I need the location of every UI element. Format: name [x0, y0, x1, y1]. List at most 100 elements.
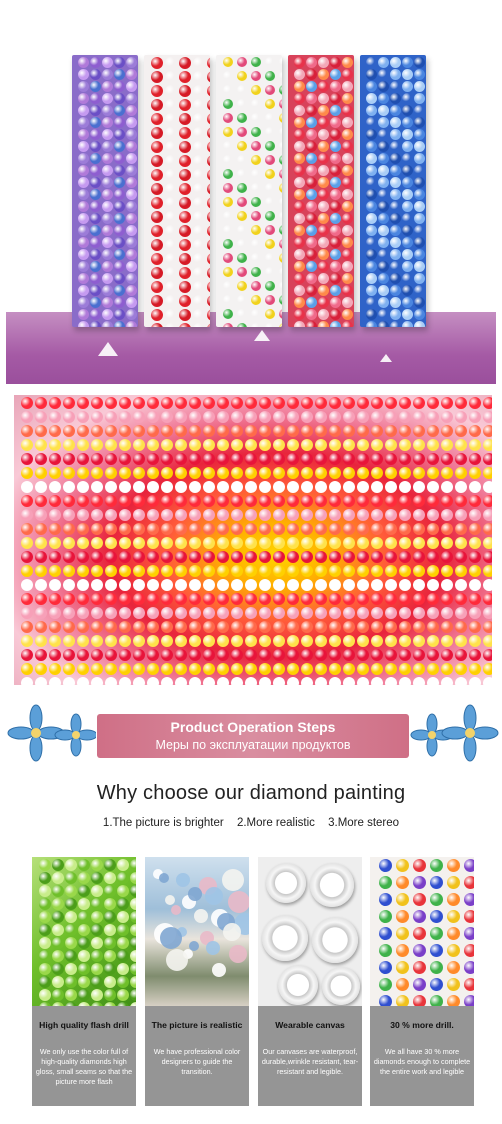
- drill-dot: [126, 105, 137, 116]
- drill-dot: [21, 565, 33, 577]
- drill-dot: [357, 397, 369, 409]
- drill-dot: [77, 425, 89, 437]
- drill-dot: [133, 509, 145, 521]
- drill-dot: [147, 411, 159, 423]
- drill-dot: [455, 495, 467, 507]
- drill-dot: [294, 165, 305, 176]
- drill-dot: [35, 565, 47, 577]
- drill-dot: [35, 677, 47, 685]
- drill-dot: [103, 872, 116, 884]
- drill-dot: [366, 69, 377, 80]
- drill-dot: [63, 593, 75, 605]
- drill-dot: [390, 285, 401, 296]
- drill-dot: [315, 565, 327, 577]
- drill-dot: [385, 593, 397, 605]
- drill-dot: [357, 607, 369, 619]
- drill-dot: [287, 663, 299, 675]
- drill-dot: [251, 323, 261, 327]
- drill-dot: [102, 117, 113, 128]
- drill-dot: [49, 551, 61, 563]
- drill-dot: [385, 677, 397, 685]
- drill-dot: [64, 885, 77, 897]
- drill-dot: [91, 467, 103, 479]
- drill-dot: [469, 593, 481, 605]
- drill-dot: [38, 963, 51, 975]
- drill-dot: [35, 649, 47, 661]
- flower-bloom: [228, 891, 249, 913]
- drill-dot: [455, 551, 467, 563]
- drill-dot: [399, 523, 411, 535]
- drill-dot: [35, 621, 47, 633]
- drill-dot: [273, 467, 285, 479]
- drill-dot: [315, 537, 327, 549]
- drill-dot: [414, 69, 425, 80]
- drill-dot: [385, 565, 397, 577]
- drill-dot: [469, 551, 481, 563]
- drill-dot: [161, 495, 173, 507]
- drill-dot: [306, 201, 317, 212]
- drill-dot: [217, 593, 229, 605]
- drill-dot: [77, 607, 89, 619]
- drill-dot: [175, 635, 187, 647]
- drill-dot: [90, 859, 103, 871]
- drill-dot: [126, 117, 137, 128]
- drill-dot: [245, 551, 257, 563]
- drill-dot: [63, 523, 75, 535]
- drill-dot: [161, 607, 173, 619]
- drill-dot: [306, 189, 317, 200]
- drill-dot: [342, 153, 353, 164]
- drill-dot: [402, 261, 413, 272]
- hero-drill-strips-image: [0, 0, 502, 385]
- drill-dot: [469, 495, 481, 507]
- drill-dot: [306, 105, 317, 116]
- drill-dot: [395, 927, 409, 940]
- drill-dot: [390, 81, 401, 92]
- drill-dot: [329, 467, 341, 479]
- drill-dot: [151, 253, 163, 265]
- drill-dot: [265, 211, 275, 221]
- drill-dot: [237, 99, 247, 109]
- drill-dot: [483, 537, 492, 549]
- drill-dot: [301, 635, 313, 647]
- drill-dot: [64, 859, 77, 871]
- drill-dot: [165, 225, 177, 237]
- drill-dot: [179, 141, 191, 153]
- drill-dot: [78, 201, 89, 212]
- drill-dot: [179, 57, 191, 69]
- drill-dot: [402, 81, 413, 92]
- drill-dot: [287, 677, 299, 685]
- drill-dot: [306, 285, 317, 296]
- drill-dot: [161, 621, 173, 633]
- drill-dot: [469, 453, 481, 465]
- drill-dot: [245, 663, 257, 675]
- drill-dot: [193, 281, 205, 293]
- drill-dot: [329, 635, 341, 647]
- drill-dot: [231, 453, 243, 465]
- drill-dot: [175, 397, 187, 409]
- drill-dot: [483, 551, 492, 563]
- drill-dot: [165, 127, 177, 139]
- drill-dot: [133, 593, 145, 605]
- drill-dot: [385, 579, 397, 591]
- drill-dot: [207, 99, 210, 111]
- drill-dot: [441, 649, 453, 661]
- drill-dot: [414, 309, 425, 320]
- drill-dot: [378, 225, 389, 236]
- drill-dot: [175, 467, 187, 479]
- drill-dot: [102, 141, 113, 152]
- drill-dot: [483, 481, 492, 493]
- drill-dot: [77, 495, 89, 507]
- drill-dot: [203, 593, 215, 605]
- drill-dot: [279, 169, 282, 179]
- drill-dot: [399, 649, 411, 661]
- drill-dot: [189, 467, 201, 479]
- drill-dot: [366, 189, 377, 200]
- drill-dot: [223, 141, 233, 151]
- drill-dot: [414, 141, 425, 152]
- drill-dot: [306, 129, 317, 140]
- colorful-drills-image: [370, 857, 474, 1006]
- drill-dot: [279, 267, 282, 277]
- drill-dot: [114, 93, 125, 104]
- drill-dot: [133, 481, 145, 493]
- drill-dot: [105, 411, 117, 423]
